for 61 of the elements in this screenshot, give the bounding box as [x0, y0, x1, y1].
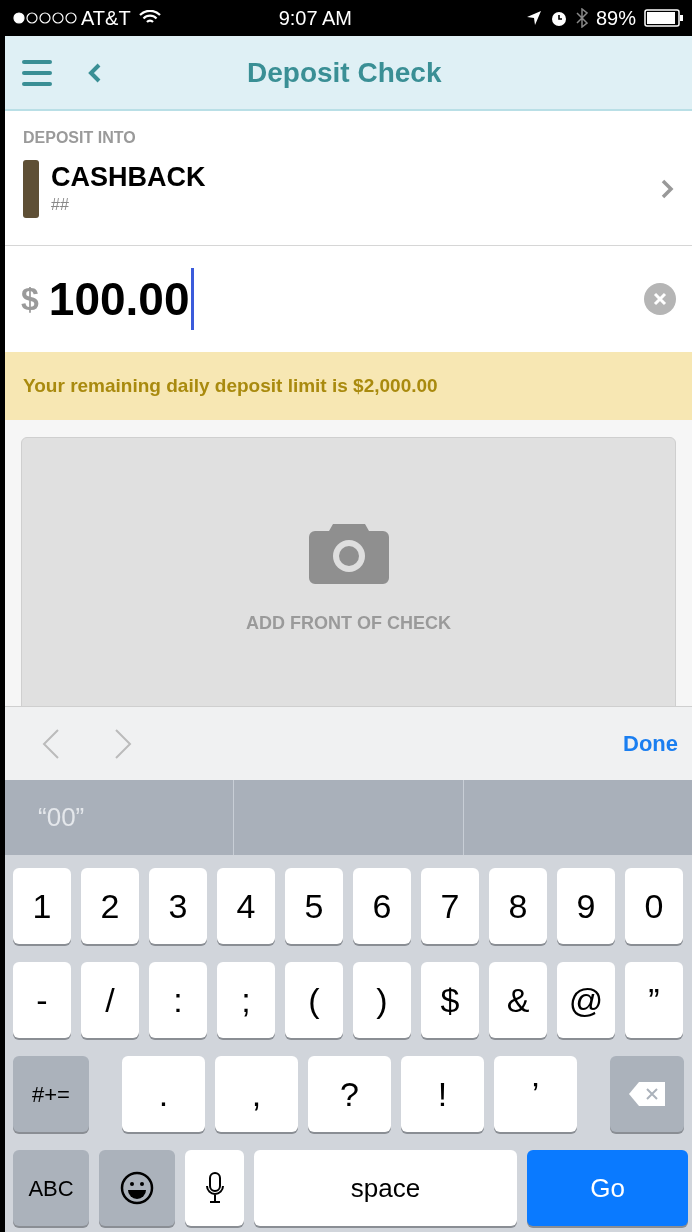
keyboard-key[interactable]: : [149, 962, 207, 1038]
keyboard-key[interactable]: / [81, 962, 139, 1038]
keyboard-key[interactable]: 2 [81, 868, 139, 944]
keyboard-key[interactable]: @ [557, 962, 615, 1038]
keyboard-key[interactable]: & [489, 962, 547, 1038]
account-selector[interactable]: CASHBACK ## [23, 160, 674, 218]
bluetooth-icon [575, 8, 588, 28]
keyboard-key[interactable]: ; [217, 962, 275, 1038]
smiley-icon [120, 1171, 154, 1205]
account-number: ## [51, 195, 70, 215]
camera-icon [308, 524, 389, 584]
section-label: DEPOSIT INTO [23, 128, 137, 148]
keyboard-key[interactable]: , [215, 1056, 298, 1132]
chevron-right-icon [660, 178, 674, 200]
back-chevron-icon [88, 61, 102, 84]
keyboard-key[interactable]: ( [285, 962, 343, 1038]
keyboard-key[interactable]: 8 [489, 868, 547, 944]
keyboard-key[interactable]: 3 [149, 868, 207, 944]
delete-key[interactable] [610, 1056, 684, 1132]
keyboard-key[interactable]: 1 [13, 868, 71, 944]
battery-percentage: 89% [595, 6, 636, 31]
keyboard-key[interactable]: - [13, 962, 71, 1038]
account-name: CASHBACK [51, 161, 207, 193]
keyboard-key[interactable]: ” [625, 962, 683, 1038]
location-arrow-icon [525, 10, 542, 26]
close-icon [653, 292, 667, 306]
keyboard-key[interactable]: 4 [217, 868, 275, 944]
keyboard-key[interactable]: ) [353, 962, 411, 1038]
account-color-bar [23, 160, 39, 218]
done-button[interactable]: Done [623, 727, 678, 760]
clock-time: 9:07 AM [278, 6, 353, 31]
alarm-clock-icon [549, 9, 568, 27]
emoji-key[interactable] [99, 1150, 175, 1226]
keyboard-key[interactable]: ’ [494, 1056, 577, 1132]
amount-value: 100.00 [48, 271, 190, 327]
keyboard-key[interactable]: $ [421, 962, 479, 1038]
menu-button[interactable] [22, 57, 52, 88]
go-key[interactable]: Go [527, 1150, 688, 1226]
currency-symbol: $ [21, 280, 39, 319]
mode-key[interactable]: ABC [13, 1150, 89, 1226]
keyboard-key[interactable]: 6 [353, 868, 411, 944]
keyboard-key[interactable]: 0 [625, 868, 683, 944]
keyboard-key[interactable]: 7 [421, 868, 479, 944]
mode-key[interactable]: #+= [13, 1056, 89, 1132]
microphone-icon [204, 1172, 225, 1204]
signal-icon [13, 12, 77, 24]
text-cursor [190, 268, 194, 330]
clear-button[interactable] [644, 283, 676, 315]
deposit-limit-notice: Your remaining daily deposit limit is $2,000.00 [23, 373, 438, 398]
page-title: Deposit Check [247, 55, 442, 90]
backspace-icon [627, 1080, 667, 1108]
keyboard-key[interactable]: ! [401, 1056, 484, 1132]
keyboard-key[interactable]: 5 [285, 868, 343, 944]
keyboard-key[interactable]: ? [308, 1056, 391, 1132]
battery-icon [644, 9, 684, 27]
keyboard-key[interactable]: 9 [557, 868, 615, 944]
microphone-key[interactable] [185, 1150, 244, 1226]
space-key[interactable]: space [254, 1150, 517, 1226]
keyboard-key[interactable]: . [122, 1056, 205, 1132]
amount-field[interactable]: $ 100.00 [5, 246, 692, 352]
carrier-name: AT&T [81, 6, 131, 31]
